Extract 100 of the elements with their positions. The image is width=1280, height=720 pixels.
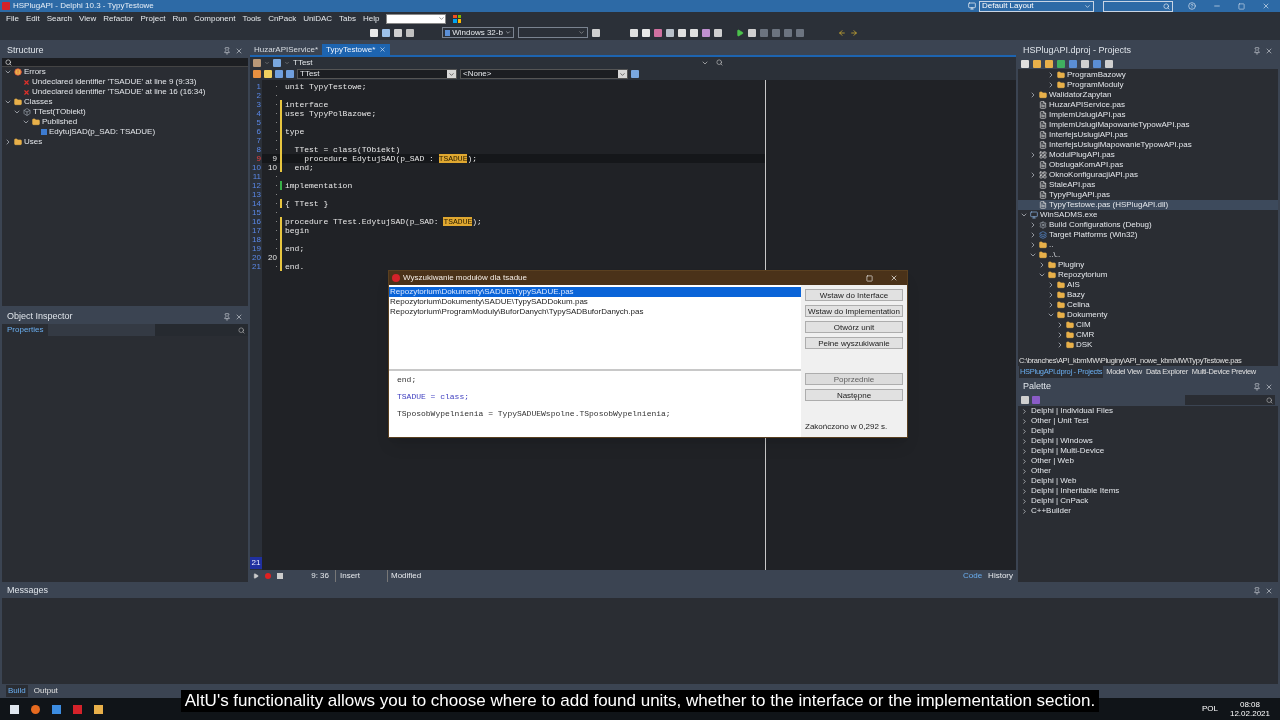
palette-category[interactable]: Delphi | Web xyxy=(1031,475,1077,487)
collapsed-chevron-icon[interactable] xyxy=(4,138,12,146)
search-field[interactable] xyxy=(155,324,248,336)
panel-tab[interactable]: Output xyxy=(31,685,60,697)
dialog-button[interactable]: Wstaw do Interface xyxy=(805,289,903,301)
collapsed-chevron-icon[interactable] xyxy=(1029,231,1037,239)
tree-item[interactable]: ModulPlugAPI.pas xyxy=(1049,149,1115,161)
close-icon[interactable] xyxy=(235,313,243,321)
pin-icon[interactable] xyxy=(1253,587,1261,595)
result-item[interactable]: Repozytorium\Dokumenty\SADUE\TypySADUE.pas xyxy=(389,287,801,297)
tree-item[interactable]: WalidatorZapytan xyxy=(1049,89,1112,101)
menu-item[interactable]: File xyxy=(6,12,19,25)
close-icon[interactable] xyxy=(379,46,387,53)
tree-item[interactable]: EdytujSAD(p_SAD: TSADUE) xyxy=(49,126,156,138)
view-tab[interactable]: Code xyxy=(963,570,983,582)
close-icon[interactable] xyxy=(1265,587,1273,595)
panel-tab[interactable]: Build xyxy=(6,685,28,697)
config-dropdown[interactable] xyxy=(518,27,588,38)
maximize-icon[interactable] xyxy=(1238,2,1245,10)
menu-item[interactable]: View xyxy=(79,12,97,25)
palette-category[interactable]: Delphi xyxy=(1031,425,1054,437)
tree-item[interactable]: Repozytorium xyxy=(1058,269,1108,281)
collapsed-chevron-icon[interactable] xyxy=(1047,81,1055,89)
search-field[interactable] xyxy=(1185,395,1275,405)
palette-category[interactable]: Delphi | CnPack xyxy=(1031,495,1089,507)
class-dropdown[interactable]: TTest xyxy=(297,69,457,79)
tree-item[interactable]: Undeclared identifier 'TSADUE' at line 16 (16:34) xyxy=(32,86,206,98)
palette-category[interactable]: Other | Web xyxy=(1031,455,1074,467)
tree-item[interactable]: Undeclared identifier 'TSADUE' at line 9 (9:33) xyxy=(32,76,197,88)
dialog-button[interactable]: Następne xyxy=(805,389,903,401)
expanded-chevron-icon[interactable] xyxy=(4,68,12,76)
run-icon[interactable] xyxy=(736,28,744,37)
palette-category[interactable]: Delphi | Windows xyxy=(1031,435,1093,447)
search-icon[interactable] xyxy=(715,59,723,66)
close-icon[interactable] xyxy=(235,47,243,55)
tree-item[interactable]: Pluginy xyxy=(1058,259,1085,271)
tree-item[interactable]: Dokumenty xyxy=(1067,309,1108,321)
layout-icon[interactable] xyxy=(968,2,976,10)
tree-item[interactable]: Published xyxy=(42,116,78,128)
tree-item[interactable]: AIS xyxy=(1067,279,1080,291)
collapsed-chevron-icon[interactable] xyxy=(1056,321,1064,329)
menu-item[interactable]: Tools xyxy=(242,12,262,25)
tree-item[interactable]: Target Platforms (Win32) xyxy=(1049,229,1138,241)
expanded-chevron-icon[interactable] xyxy=(1020,211,1028,219)
properties-tab[interactable]: Properties xyxy=(2,324,49,336)
tree-item[interactable]: CIM xyxy=(1076,319,1091,331)
menu-item[interactable]: CnPack xyxy=(268,12,297,25)
platform-dropdown[interactable]: Windows 32-b xyxy=(442,27,514,38)
collapsed-chevron-icon[interactable] xyxy=(1029,221,1037,229)
search-field[interactable] xyxy=(2,58,248,67)
menu-item[interactable]: Project xyxy=(140,12,166,25)
expanded-chevron-icon[interactable] xyxy=(1029,251,1037,259)
method-dropdown[interactable]: <None> xyxy=(460,69,628,79)
collapsed-chevron-icon[interactable] xyxy=(1029,171,1037,179)
palette-category[interactable]: Delphi | Multi-Device xyxy=(1031,445,1105,457)
menu-item[interactable]: Edit xyxy=(25,12,40,25)
tree-item[interactable]: .. xyxy=(1049,239,1054,251)
tree-item[interactable]: Build Configurations (Debug) xyxy=(1049,219,1152,231)
back-arrow-icon[interactable] xyxy=(838,28,846,37)
play-icon[interactable] xyxy=(253,573,259,579)
grid-icon[interactable] xyxy=(453,14,462,23)
menu-item[interactable]: Tabs xyxy=(339,12,356,25)
dialog-button[interactable]: Pełne wyszukiwanie xyxy=(805,337,903,349)
menu-item[interactable]: Refactor xyxy=(103,12,134,25)
menu-item[interactable]: Search xyxy=(46,12,73,25)
menu-item[interactable]: Help xyxy=(362,12,380,25)
dialog-button[interactable]: Otwórz unit xyxy=(805,321,903,333)
pin-icon[interactable] xyxy=(1253,47,1261,55)
tree-item[interactable]: ..\.. xyxy=(1049,249,1061,261)
collapsed-chevron-icon[interactable] xyxy=(1029,241,1037,249)
menu-item[interactable]: UniDAC xyxy=(303,12,333,25)
pin-icon[interactable] xyxy=(223,313,231,321)
tree-item[interactable]: WinSADMS.exe xyxy=(1040,209,1098,221)
combo-field[interactable] xyxy=(386,13,447,24)
search-icon[interactable] xyxy=(238,326,245,334)
collapsed-chevron-icon[interactable] xyxy=(1047,301,1055,309)
collapsed-chevron-icon[interactable] xyxy=(1047,71,1055,79)
tree-item[interactable]: Bazy xyxy=(1067,289,1085,301)
palette-category[interactable]: Delphi | Individual Files xyxy=(1031,405,1114,417)
close-icon[interactable] xyxy=(1265,383,1273,391)
view-tab[interactable]: History xyxy=(988,570,1013,582)
pin-icon[interactable] xyxy=(223,47,231,55)
collapsed-chevron-icon[interactable] xyxy=(1047,281,1055,289)
collapsed-chevron-icon[interactable] xyxy=(1056,341,1064,349)
palette-category[interactable]: Other | Unit Test xyxy=(1031,415,1089,427)
palette-category[interactable]: Other xyxy=(1031,465,1051,477)
palette-category[interactable]: C++Builder xyxy=(1031,505,1072,517)
tree-item[interactable]: Celina xyxy=(1067,299,1090,311)
expanded-chevron-icon[interactable] xyxy=(13,108,21,116)
record-icon[interactable] xyxy=(265,573,271,579)
caret-icon[interactable] xyxy=(619,70,626,78)
tree-item[interactable]: CMR xyxy=(1076,329,1095,341)
result-item[interactable]: Repozytorium\ProgramModuly\BuforDanych\TypySADBuforDanych.pas xyxy=(389,307,801,317)
menu-item[interactable]: Run xyxy=(172,12,188,25)
help-icon[interactable] xyxy=(1188,2,1196,10)
search-icon[interactable] xyxy=(1266,396,1273,404)
tree-item[interactable]: TypyPlugAPI.pas xyxy=(1049,189,1110,201)
tree-item[interactable]: ObslugaKomAPI.pas xyxy=(1049,159,1124,171)
tree-item[interactable]: InterfejsUslugiAPI.pas xyxy=(1049,129,1128,141)
forward-arrow-icon[interactable] xyxy=(850,28,858,37)
